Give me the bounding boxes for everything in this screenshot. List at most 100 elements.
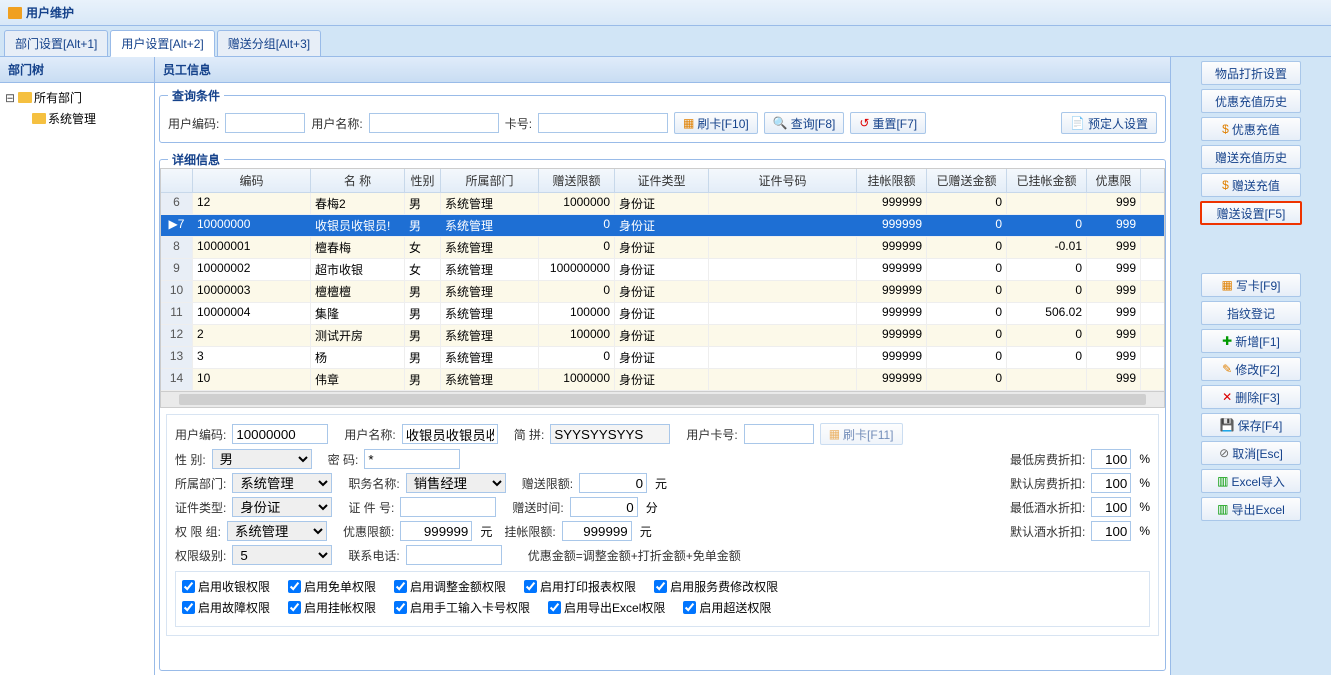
usercode-input[interactable] — [225, 113, 305, 133]
grid-body[interactable]: 612春梅2男系统管理1000000身份证9999990999▶71000000… — [161, 193, 1164, 391]
f-defwine-input[interactable] — [1091, 521, 1131, 541]
f-minwine-label: 最低酒水折扣: — [1010, 499, 1085, 516]
perm-onaccount[interactable]: 启用挂帐权限 — [288, 599, 376, 616]
perm-svcfee[interactable]: 启用服务费修改权限 — [654, 578, 778, 595]
btn-edit[interactable]: ✎修改[F2] — [1201, 357, 1301, 381]
btn-write-card[interactable]: ▦写卡[F9] — [1201, 273, 1301, 297]
tab-gift-group[interactable]: 赠送分组[Alt+3] — [217, 30, 321, 56]
btn-add[interactable]: ✚新增[F1] — [1201, 329, 1301, 353]
table-row[interactable]: 1010000003檀檀檀男系统管理0身份证99999900999 — [161, 281, 1164, 303]
swipe-card-button[interactable]: ▦刷卡[F10] — [674, 112, 758, 134]
tree-collapse-icon[interactable]: ⊟ — [4, 91, 16, 105]
col-yzs[interactable]: 已赠送金额 — [927, 169, 1007, 192]
perm-freebill[interactable]: 启用免单权限 — [288, 578, 376, 595]
btn-cancel[interactable]: ⊘取消[Esc] — [1201, 441, 1301, 465]
cardno-input[interactable] — [538, 113, 668, 133]
f-gzxe-input[interactable] — [562, 521, 632, 541]
f-defwine-label: 默认酒水折扣: — [1010, 523, 1085, 540]
col-idno[interactable]: 证件号码 — [709, 169, 857, 192]
f-minwine-input[interactable] — [1091, 497, 1131, 517]
reset-icon: ↺ — [859, 116, 869, 130]
username-input[interactable] — [369, 113, 499, 133]
col-gzxe[interactable]: 挂帐限额 — [857, 169, 927, 192]
perm-exportexcel[interactable]: 启用导出Excel权限 — [548, 599, 665, 616]
f-cardno-input[interactable] — [744, 424, 814, 444]
perm-printreport[interactable]: 启用打印报表权限 — [524, 578, 636, 595]
recharge-icon: $ — [1222, 178, 1229, 192]
btn-zs-recharge[interactable]: $赠送充值 — [1201, 173, 1301, 197]
note-icon: 📄 — [1070, 116, 1085, 130]
tab-dept-settings[interactable]: 部门设置[Alt+1] — [4, 30, 108, 56]
f-gzxe-label: 挂帐限额: — [504, 523, 555, 540]
btn-excel-export[interactable]: ▥导出Excel — [1201, 497, 1301, 521]
f-defroom-input[interactable] — [1091, 473, 1131, 493]
f-jobtitle-select[interactable]: 销售经理 — [406, 473, 506, 493]
f-sex-label: 性 别: — [175, 451, 206, 468]
f-swipe-button[interactable]: ▦刷卡[F11] — [820, 423, 903, 445]
btn-delete[interactable]: ✕删除[F3] — [1201, 385, 1301, 409]
f-pwd-input[interactable] — [364, 449, 460, 469]
btn-zs-history[interactable]: 赠送充值历史 — [1201, 145, 1301, 169]
col-ygz[interactable]: 已挂帐金额 — [1007, 169, 1087, 192]
f-sex-select[interactable]: 男 — [212, 449, 312, 469]
col-yhx[interactable]: 优惠限 — [1087, 169, 1141, 192]
table-row[interactable]: 1410伟章男系统管理1000000身份证9999990999 — [161, 369, 1164, 391]
btn-zs-settings[interactable]: 赠送设置[F5] — [1200, 201, 1302, 225]
f-yhxe-input[interactable] — [400, 521, 472, 541]
col-name[interactable]: 名 称 — [311, 169, 405, 192]
table-row[interactable]: 910000002超市收银女系统管理100000000身份证9999990099… — [161, 259, 1164, 281]
tab-user-settings[interactable]: 用户设置[Alt+2] — [110, 30, 214, 57]
btn-youhui-recharge[interactable]: $优惠充值 — [1201, 117, 1301, 141]
col-zsxe[interactable]: 赠送限额 — [539, 169, 615, 192]
table-row[interactable]: 1110000004集隆男系统管理100000身份证9999990506.029… — [161, 303, 1164, 325]
excel-icon: ▥ — [1217, 474, 1228, 488]
f-dept-select[interactable]: 系统管理 — [232, 473, 332, 493]
horizontal-scrollbar[interactable] — [161, 391, 1164, 407]
f-zssj-input[interactable] — [570, 497, 638, 517]
f-minroom-input[interactable] — [1091, 449, 1131, 469]
table-row[interactable]: 133杨男系统管理0身份证99999900999 — [161, 347, 1164, 369]
col-dept[interactable]: 所属部门 — [441, 169, 539, 192]
edit-icon: ✎ — [1222, 362, 1232, 376]
table-row[interactable]: 122测试开房男系统管理100000身份证99999900999 — [161, 325, 1164, 347]
f-rolegroup-label: 权 限 组: — [175, 523, 221, 540]
window-title-bar: 用户维护 — [0, 0, 1331, 26]
perm-oversell[interactable]: 启用超送权限 — [683, 599, 771, 616]
reset-button[interactable]: ↺重置[F7] — [850, 112, 926, 134]
perm-adjust[interactable]: 启用调整金额权限 — [394, 578, 506, 595]
col-sex[interactable]: 性别 — [405, 169, 441, 192]
f-phone-input[interactable] — [406, 545, 502, 565]
f-zsxe-input[interactable] — [579, 473, 647, 493]
f-idtype-select[interactable]: 身份证 — [232, 497, 332, 517]
f-rolegroup-select[interactable]: 系统管理 — [227, 521, 327, 541]
delete-icon: ✕ — [1222, 390, 1232, 404]
permissions-box: 启用收银权限 启用免单权限 启用调整金额权限 启用打印报表权限 启用服务费修改权… — [175, 571, 1150, 627]
col-code[interactable]: 编码 — [193, 169, 311, 192]
btn-item-discount[interactable]: 物品打折设置 — [1201, 61, 1301, 85]
tree-node-child[interactable]: 系统管理 — [4, 108, 150, 129]
perm-cashier[interactable]: 启用收银权限 — [182, 578, 270, 595]
f-usercode-input[interactable] — [232, 424, 328, 444]
btn-save[interactable]: 💾保存[F4] — [1201, 413, 1301, 437]
col-idtype[interactable]: 证件类型 — [615, 169, 709, 192]
search-button[interactable]: 🔍查询[F8] — [764, 112, 845, 134]
plus-icon: ✚ — [1222, 334, 1232, 348]
table-row[interactable]: 612春梅2男系统管理1000000身份证9999990999 — [161, 193, 1164, 215]
f-pwd-label: 密 码: — [328, 451, 359, 468]
f-rolelevel-select[interactable]: 5 — [232, 545, 332, 565]
btn-youhui-history[interactable]: 优惠充值历史 — [1201, 89, 1301, 113]
perm-manualcard[interactable]: 启用手工输入卡号权限 — [394, 599, 530, 616]
query-fieldset: 查询条件 用户编码: 用户名称: 卡号: ▦刷卡[F10] 🔍查询[F8] ↺重… — [159, 87, 1166, 143]
f-cardno-label: 用户卡号: — [686, 426, 737, 443]
perm-fault[interactable]: 启用故障权限 — [182, 599, 270, 616]
btn-excel-import[interactable]: ▥Excel导入 — [1201, 469, 1301, 493]
btn-fingerprint[interactable]: 指纹登记 — [1201, 301, 1301, 325]
tree-node-root[interactable]: ⊟ 所有部门 — [4, 87, 150, 108]
excel-icon: ▥ — [1217, 502, 1228, 516]
table-row[interactable]: ▶710000000收银员收银员!男系统管理0身份证99999900999 — [161, 215, 1164, 237]
booker-settings-button[interactable]: 📄预定人设置 — [1061, 112, 1157, 134]
f-idno-input[interactable] — [400, 497, 496, 517]
f-defroom-label: 默认房费折扣: — [1010, 475, 1085, 492]
f-username-input[interactable] — [402, 424, 498, 444]
table-row[interactable]: 810000001檀春梅女系统管理0身份证9999990-0.01999 — [161, 237, 1164, 259]
